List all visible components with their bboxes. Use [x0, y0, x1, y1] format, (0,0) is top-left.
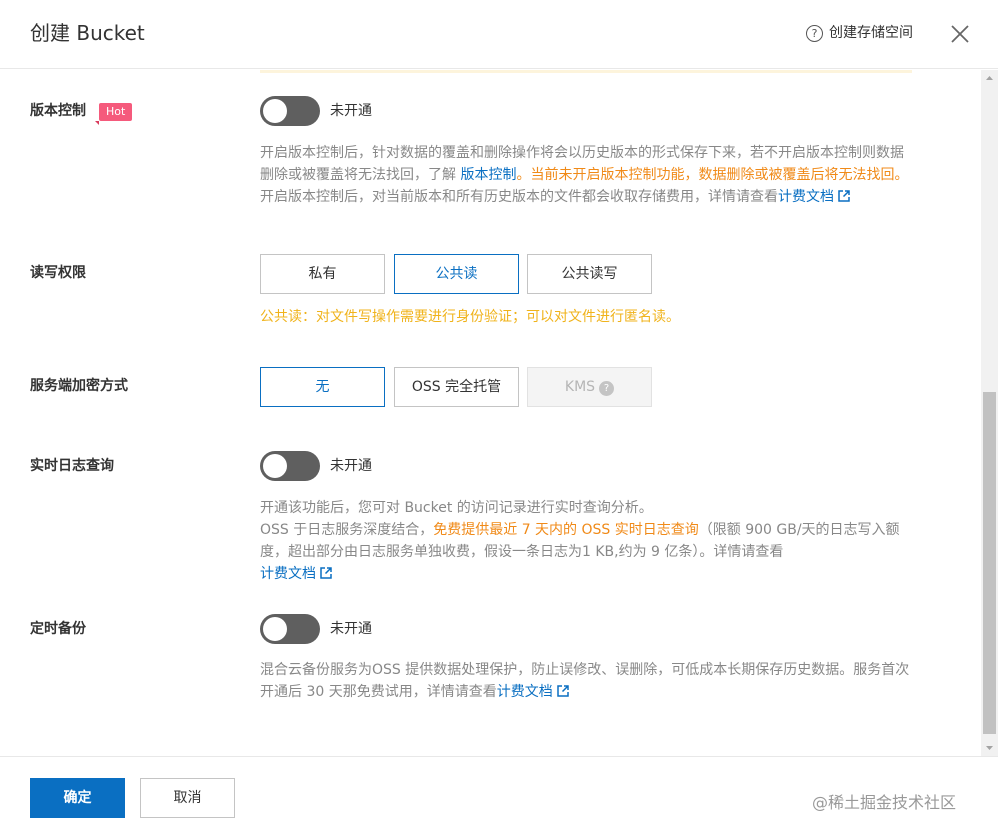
toggle-knob [263, 454, 287, 478]
versioning-billing-text: 开启版本控制后，对当前版本和所有历史版本的文件都会收取存储费用，详情请查看 [260, 189, 778, 205]
versioning-label: 版本控制 [30, 103, 86, 119]
billing-link-label: 计费文档 [778, 189, 834, 205]
realtime-log-free-highlight: 免费提供最近 7 天内的 OSS 实时日志查询 [433, 522, 699, 538]
notice-strip [260, 70, 912, 73]
versioning-desc: 开启版本控制后，针对数据的覆盖和删除操作将会以历史版本的形式保存下来，若不开启版… [260, 142, 915, 208]
toggle-knob [263, 617, 287, 641]
dialog-header: 创建 Bucket ? 创建存储空间 [0, 0, 998, 69]
encryption-oss-managed-button[interactable]: OSS 完全托管 [394, 367, 519, 407]
realtime-log-desc-line1: 开通该功能后，您可对 Bucket 的访问记录进行实时查询分析。 [260, 500, 653, 516]
create-bucket-dialog: 创建 Bucket ? 创建存储空间 版本控制 Hot 未开通 开启版本控制后，… [0, 0, 998, 836]
scheduled-backup-billing-link[interactable]: 计费文档 [497, 684, 569, 700]
help-link[interactable]: ? 创建存储空间 [806, 23, 913, 43]
versioning-state: 未开通 [330, 103, 372, 119]
permission-public-read-button[interactable]: 公共读 [394, 254, 519, 294]
question-circle-icon: ? [806, 24, 823, 42]
question-icon: ? [599, 381, 615, 396]
realtime-log-desc: 开通该功能后，您可对 Bucket 的访问记录进行实时查询分析。 OSS 于日志… [260, 497, 915, 585]
versioning-toggle[interactable] [260, 96, 320, 126]
realtime-log-state: 未开通 [330, 458, 372, 474]
billing-link-label: 计费文档 [496, 684, 553, 700]
dialog-footer: 确定 取消 @稀土掘金技术社区 [0, 756, 998, 836]
scroll-down-arrow-icon[interactable] [981, 739, 998, 756]
scheduled-backup-label: 定时备份 [30, 621, 86, 637]
dialog-body: 版本控制 Hot 未开通 开启版本控制后，针对数据的覆盖和删除操作将会以历史版本… [0, 70, 980, 756]
external-link-icon [556, 685, 569, 697]
external-link-icon [838, 190, 850, 202]
confirm-button[interactable]: 确定 [30, 778, 125, 818]
permission-public-read-write-button[interactable]: 公共读写 [527, 254, 652, 294]
external-link-icon [320, 567, 332, 579]
scrollbar-thumb[interactable] [983, 392, 996, 734]
scheduled-backup-desc-text: 混合云备份服务为OSS 提供数据处理保护，防止误修改、误删除，可低成本长期保存历… [260, 662, 910, 700]
toggle-knob [263, 99, 287, 123]
billing-link-label: 计费文档 [260, 566, 316, 582]
versioning-billing-link[interactable]: 计费文档 [778, 189, 850, 205]
scrollbar[interactable] [981, 70, 998, 756]
realtime-log-label: 实时日志查询 [30, 458, 114, 474]
kms-label: KMS [564, 379, 596, 395]
scheduled-backup-state: 未开通 [330, 621, 372, 637]
hot-badge: Hot [94, 103, 133, 125]
scheduled-backup-toggle[interactable] [260, 614, 320, 644]
permission-private-button[interactable]: 私有 [260, 254, 385, 294]
encryption-kms-button[interactable]: KMS? [527, 367, 652, 407]
scroll-up-arrow-icon[interactable] [981, 70, 998, 87]
permission-label: 读写权限 [30, 265, 86, 281]
help-link-label: 创建存储空间 [829, 25, 913, 41]
permission-tip: 公共读：对文件写操作需要进行身份验证；可以对文件进行匿名读。 [260, 309, 680, 325]
watermark: @稀土掘金技术社区 [812, 793, 957, 812]
realtime-log-toggle[interactable] [260, 451, 320, 481]
realtime-log-desc-a: OSS 于日志服务深度结合， [260, 522, 434, 538]
encryption-none-button[interactable]: 无 [260, 367, 385, 407]
dialog-title: 创建 Bucket [30, 21, 145, 45]
encryption-label: 服务端加密方式 [30, 378, 128, 394]
versioning-link[interactable]: 版本控制 [460, 167, 516, 183]
realtime-log-billing-link[interactable]: 计费文档 [260, 566, 332, 582]
scheduled-backup-desc: 混合云备份服务为OSS 提供数据处理保护，防止误修改、误删除，可低成本长期保存历… [260, 659, 915, 703]
versioning-warning: 。当前未开启版本控制功能，数据删除或被覆盖后将无法找回。 [516, 167, 909, 183]
cancel-button[interactable]: 取消 [140, 778, 235, 818]
close-icon[interactable] [948, 22, 972, 46]
